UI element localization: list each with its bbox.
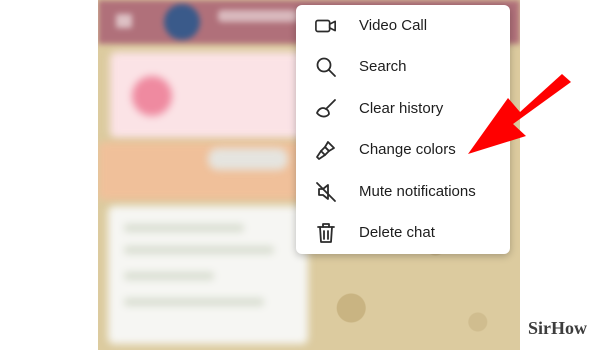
menu-item-label: Search [359,58,407,75]
pointer-arrow [468,74,571,154]
paint-brush-icon [315,139,337,161]
menu-item-delete-chat[interactable]: Delete chat [296,212,510,253]
menu-item-video-call[interactable]: Video Call [296,5,510,46]
menu-item-label: Video Call [359,17,428,34]
broom-icon [315,98,337,120]
message-bubble [208,148,288,170]
video-camera-icon [315,15,337,37]
chat-name-blurred [218,10,298,22]
menu-item-label: Delete chat [359,224,435,241]
watermark: SirHow [528,318,588,338]
right-margin [520,0,616,350]
menu-item-mute-notifications[interactable]: Mute notifications [296,171,510,212]
left-margin [0,0,98,350]
back-arrow-icon[interactable] [116,14,132,28]
menu-item-label: Clear history [359,100,444,117]
sticker-blurred [132,76,172,116]
search-icon [315,56,337,78]
message-bubble [108,206,308,344]
mute-speaker-icon [315,181,337,203]
menu-item-label: Mute notifications [359,183,476,200]
trash-icon [315,222,337,244]
avatar[interactable] [164,4,200,40]
